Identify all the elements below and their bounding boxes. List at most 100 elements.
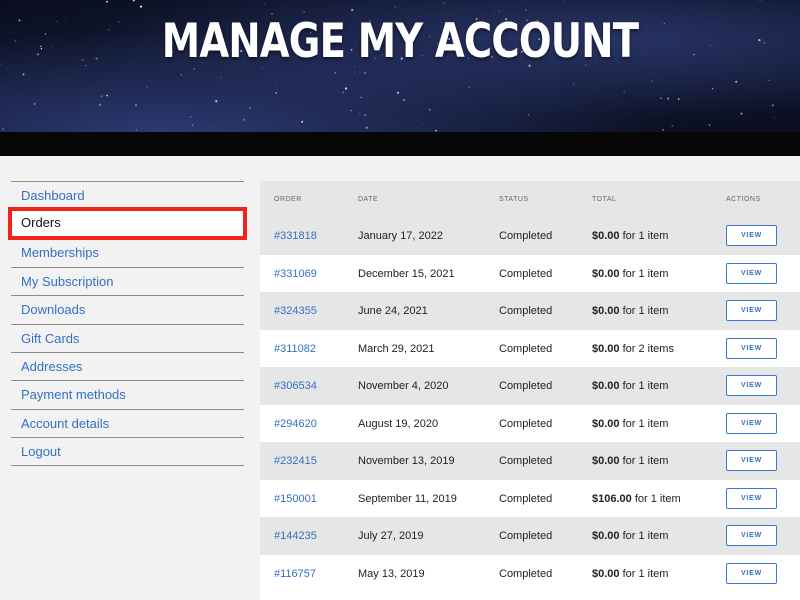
star — [763, 42, 765, 44]
order-number-link[interactable]: #150001 — [274, 493, 317, 505]
order-item-count: for 1 item — [622, 455, 669, 467]
sidebar-item-memberships[interactable]: Memberships — [11, 238, 244, 266]
order-date: May 13, 2019 — [358, 567, 425, 580]
star — [56, 20, 57, 22]
table-row: #232415 November 13, 2019 Completed $0.00 f… — [260, 442, 800, 480]
table-header: ORDER DATE STATUS TOTAL ACTIONS — [260, 181, 800, 217]
order-amount: $106.00 — [592, 492, 632, 505]
order-number-link[interactable]: #331069 — [274, 268, 317, 280]
order-total: $0.00 for 1 item — [592, 305, 668, 317]
order-amount: $0.00 — [592, 230, 620, 242]
order-number-link[interactable]: #306534 — [274, 380, 317, 392]
order-amount: $0.00 — [592, 530, 620, 542]
star — [264, 3, 265, 4]
star — [768, 79, 770, 81]
star — [40, 47, 43, 50]
order-status: Completed — [499, 267, 553, 280]
order-total: $0.00 for 1 item — [592, 455, 668, 467]
star — [301, 120, 304, 123]
star — [220, 76, 222, 78]
star — [344, 87, 348, 90]
order-status: Completed — [499, 417, 553, 430]
order-number-link[interactable]: #232415 — [274, 455, 317, 467]
table-row: #294620 August 19, 2020 Completed $0.00 for… — [260, 405, 800, 443]
column-header-date: DATE — [358, 196, 379, 203]
sidebar-item-orders[interactable]: Orders — [8, 207, 247, 241]
star — [354, 72, 355, 73]
star — [773, 117, 776, 119]
star — [444, 74, 446, 76]
star — [18, 19, 21, 22]
order-status: Completed — [499, 305, 553, 317]
view-order-button[interactable]: VIEW — [726, 262, 777, 284]
star — [714, 74, 716, 76]
star — [708, 124, 711, 126]
order-date: November 4, 2020 — [358, 380, 449, 392]
star — [468, 86, 470, 88]
star — [213, 125, 214, 127]
star — [100, 95, 103, 98]
star — [275, 92, 278, 94]
star — [563, 1, 565, 3]
star — [740, 112, 743, 115]
sidebar-item-payment-methods[interactable]: Payment methods — [11, 380, 244, 408]
order-date: June 24, 2021 — [358, 305, 428, 317]
star — [527, 114, 529, 116]
view-order-button[interactable]: VIEW — [726, 300, 777, 321]
star — [10, 31, 12, 33]
star — [98, 103, 102, 106]
order-number-link[interactable]: #311082 — [274, 343, 316, 355]
star — [428, 108, 431, 111]
order-amount: $0.00 — [592, 417, 620, 430]
order-status: Completed — [499, 530, 553, 542]
order-status: Completed — [499, 380, 553, 392]
order-item-count: for 1 item — [622, 567, 669, 580]
star — [677, 98, 680, 100]
order-number-link[interactable]: #116757 — [274, 568, 316, 580]
column-header-actions: ACTIONS — [726, 196, 761, 203]
order-number-link[interactable]: #331818 — [274, 230, 317, 242]
star — [443, 2, 445, 4]
view-order-button[interactable]: VIEW — [726, 412, 777, 434]
star — [351, 8, 354, 12]
order-number-link[interactable]: #144235 — [274, 530, 317, 542]
star — [671, 125, 673, 127]
sidebar-item-addresses[interactable]: Addresses — [11, 351, 244, 380]
order-total: $0.00 for 1 item — [592, 530, 668, 542]
star — [249, 107, 251, 109]
star — [139, 5, 143, 8]
star — [22, 73, 25, 76]
sidebar-item-downloads[interactable]: Downloads — [11, 295, 244, 323]
order-date: September 11, 2019 — [358, 492, 457, 505]
view-order-button[interactable]: VIEW — [726, 487, 777, 509]
sidebar-item-account-details[interactable]: Account details — [11, 408, 244, 437]
view-order-button[interactable]: VIEW — [726, 525, 777, 546]
header-divider — [0, 132, 800, 156]
sidebar-item-my-subscription[interactable]: My Subscription — [11, 266, 244, 295]
view-order-button[interactable]: VIEW — [726, 337, 777, 359]
star — [14, 40, 17, 42]
view-order-button[interactable]: VIEW — [726, 375, 777, 396]
star — [180, 73, 183, 76]
star — [573, 83, 575, 85]
star — [662, 128, 664, 131]
sidebar-item-gift-cards[interactable]: Gift Cards — [11, 323, 244, 352]
star — [106, 0, 108, 3]
order-date: March 29, 2021 — [358, 342, 435, 355]
sidebar-item-dashboard[interactable]: Dashboard — [11, 181, 244, 209]
star — [134, 4, 136, 6]
view-order-button[interactable]: VIEW — [726, 225, 777, 246]
star — [422, 124, 423, 125]
star — [667, 97, 670, 100]
star — [37, 53, 40, 56]
star — [771, 104, 774, 107]
order-number-link[interactable]: #294620 — [274, 418, 317, 430]
order-number-link[interactable]: #324355 — [274, 305, 317, 317]
table-row: #324355 June 24, 2021 Completed $0.00 for 1… — [260, 292, 800, 330]
sidebar-item-logout[interactable]: Logout — [11, 437, 244, 466]
view-order-button[interactable]: VIEW — [726, 562, 777, 584]
order-date: August 19, 2020 — [358, 417, 439, 430]
view-order-button[interactable]: VIEW — [726, 450, 777, 471]
star — [2, 128, 4, 131]
order-status: Completed — [499, 342, 553, 355]
